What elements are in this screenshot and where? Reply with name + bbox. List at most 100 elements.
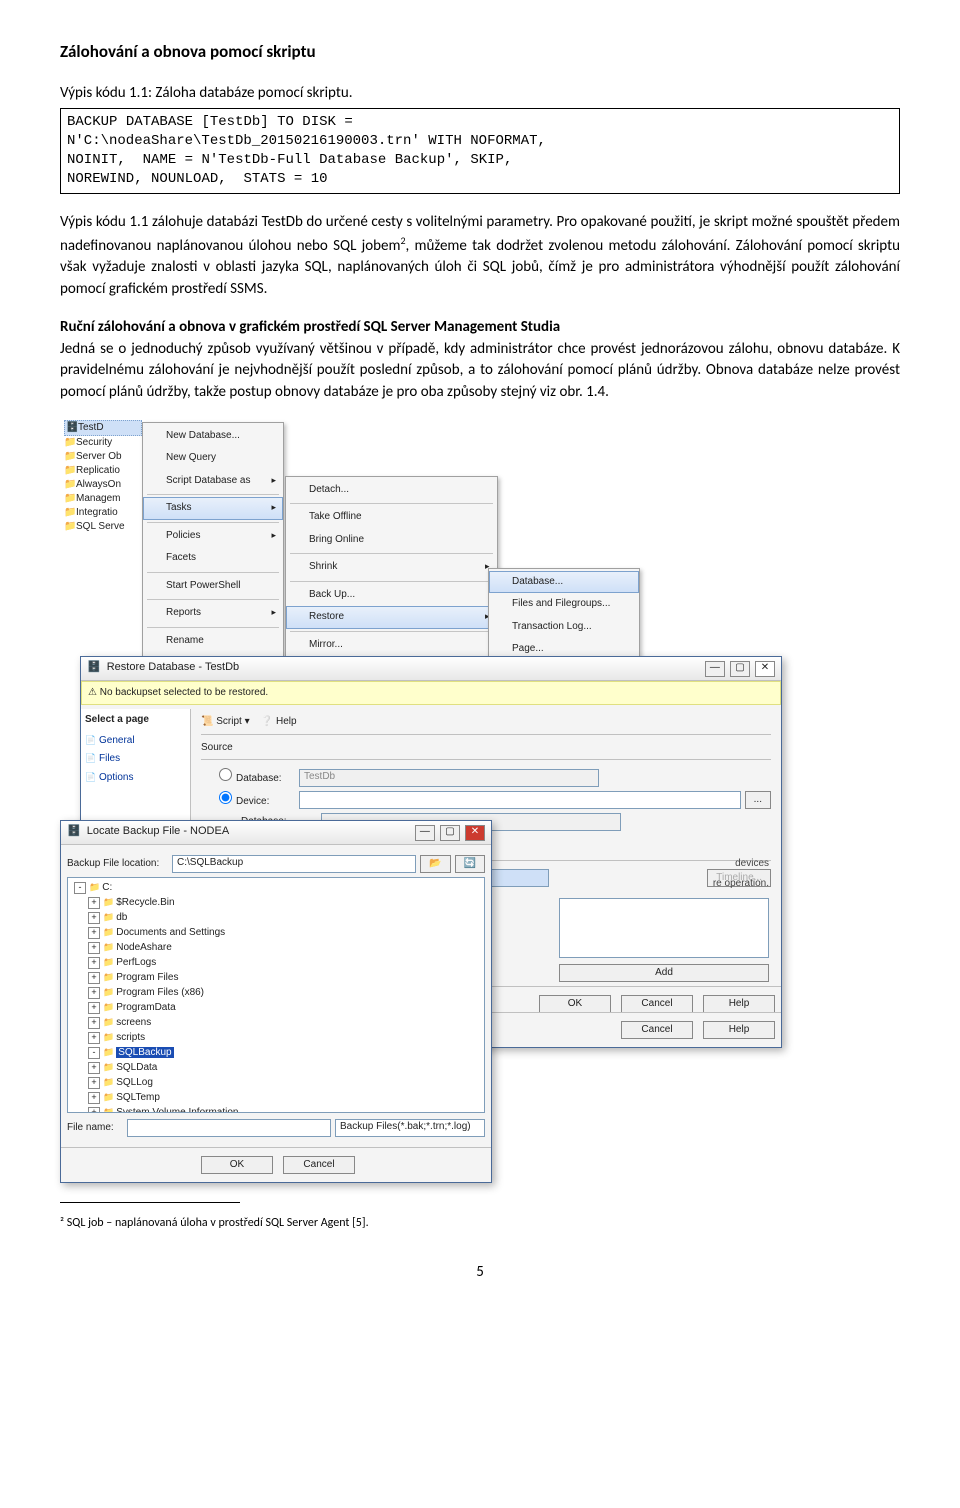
menu-item[interactable]: Script Database as [143,470,283,493]
script-dropdown[interactable]: 📜 Script ▾ [201,716,250,727]
source-database-field: TestDb [299,769,599,787]
page-nav-item[interactable]: Files [85,750,186,769]
menu-item[interactable]: Bring Online [286,529,497,552]
menu-item[interactable]: Mirror... [286,634,497,657]
folder-node[interactable]: +SQLLog [70,1075,482,1090]
folder-node[interactable]: -C: [70,880,482,895]
figure-screenshot: 🗄️TestD📁Security📁Server Ob📁Replicatio📁Al… [60,420,800,1140]
tree-item[interactable]: 📁AlwaysOn [64,478,142,492]
object-explorer-tree: 🗄️TestD📁Security📁Server Ob📁Replicatio📁Al… [64,420,142,534]
source-device-field[interactable] [299,791,741,809]
folder-node[interactable]: +NodeAshare [70,940,482,955]
folder-node[interactable]: +$Recycle.Bin [70,895,482,910]
menu-item[interactable]: Rename [143,630,283,653]
source-group-title: Source [201,741,771,756]
ok-button-upper[interactable]: OK [539,995,611,1013]
close-button[interactable]: ✕ [755,661,775,677]
menu-item[interactable]: Restore [286,606,497,629]
source-database-radio[interactable] [219,768,232,781]
folder-node[interactable]: +Program Files (x86) [70,985,482,1000]
menu-item[interactable]: Start PowerShell [143,575,283,598]
add-button[interactable]: Add [559,964,769,982]
minimize-button[interactable]: — [705,661,725,677]
menu-item[interactable]: New Database... [143,425,283,448]
browse-folder-button[interactable]: 📂 [420,855,450,873]
devices-label: devices [559,857,769,872]
folder-node[interactable]: +scripts [70,1030,482,1045]
folder-node[interactable]: +Program Files [70,970,482,985]
select-page-header: Select a page [85,713,186,728]
paragraph-2: Ruční zálohování a obnova v grafickém pr… [60,317,900,404]
folder-node[interactable]: -SQLBackup [70,1045,482,1060]
locate-maximize-button[interactable]: ▢ [440,825,460,841]
backup-location-label: Backup File location: [67,857,172,872]
tree-item[interactable]: 📁Managem [64,492,142,506]
folder-node[interactable]: +SQLData [70,1060,482,1075]
tree-item[interactable]: 📁Security [64,436,142,450]
tree-item[interactable]: 📁Server Ob [64,450,142,464]
menu-item[interactable]: Policies [143,525,283,548]
restore-titlebar: 🗄️ Restore Database - TestDb — ▢ ✕ [81,657,781,681]
locate-cancel-button[interactable]: Cancel [283,1156,355,1174]
code-caption: Výpis kódu 1.1: Záloha databáze pomocí s… [60,83,900,105]
filename-label: File name: [67,1121,127,1136]
menu-item[interactable]: Files and Filegroups... [489,593,639,616]
folder-node[interactable]: +Documents and Settings [70,925,482,940]
menu-item[interactable]: Detach... [286,479,497,502]
tree-item[interactable]: 📁Integratio [64,506,142,520]
folder-node[interactable]: +SQLTemp [70,1090,482,1105]
folder-node[interactable]: +screens [70,1015,482,1030]
backup-devices-list[interactable] [559,898,769,958]
source-device-browse-button[interactable]: ... [745,791,771,809]
help-button[interactable]: ❔ Help [261,716,297,727]
refresh-folder-button[interactable]: 🔄 [455,855,485,873]
page-number: 5 [60,1262,900,1284]
menu-item[interactable]: Facets [143,547,283,570]
folder-node[interactable]: +PerfLogs [70,955,482,970]
maximize-button[interactable]: ▢ [730,661,750,677]
locate-close-button[interactable]: ✕ [465,825,485,841]
file-filter-field[interactable]: Backup Files(*.bak;*.trn;*.log) [335,1119,485,1137]
locate-titlebar: 🗄️ Locate Backup File - NODEA — ▢ ✕ [61,821,491,845]
menu-item[interactable]: Reports [143,602,283,625]
help-button-lower[interactable]: Help [703,1021,775,1039]
restore-title-text: Restore Database - TestDb [107,660,239,676]
source-database-radio-label: Database: [236,773,282,784]
tree-item[interactable]: 📁SQL Serve [64,520,142,534]
tree-item[interactable]: 📁Replicatio [64,464,142,478]
context-submenu-restore[interactable]: Database...Files and Filegroups...Transa… [488,568,640,664]
locate-button-row: OK Cancel [61,1147,491,1182]
page-nav-item[interactable]: Options [85,769,186,788]
folder-node[interactable]: +db [70,910,482,925]
subheading-inline: Ruční zálohování a obnova v grafickém pr… [60,318,560,336]
warning-strip: ⚠ No backupset selected to be restored. [81,681,781,706]
backup-location-field[interactable]: C:\SQLBackup [172,855,416,873]
tree-item[interactable]: 🗄️TestD [64,420,142,436]
menu-item[interactable]: Take Offline [286,506,497,529]
menu-item[interactable]: Tasks [143,497,283,520]
locate-ok-button[interactable]: OK [201,1156,273,1174]
page-nav-item[interactable]: General [85,732,186,751]
source-device-radio-label: Device: [236,796,269,807]
locate-minimize-button[interactable]: — [415,825,435,841]
source-device-radio[interactable] [219,791,232,804]
footnote-text: ² SQL job – naplánovaná úloha v prostřed… [60,1215,900,1232]
locate-backup-file-window: 🗄️ Locate Backup File - NODEA — ▢ ✕ Back… [60,820,492,1183]
menu-item[interactable]: Database... [489,571,639,594]
locate-title-text: Locate Backup File - NODEA [87,824,229,840]
filename-field[interactable] [127,1119,331,1137]
cancel-button-lower[interactable]: Cancel [621,1021,693,1039]
menu-item[interactable]: Shrink [286,556,497,579]
menu-item[interactable]: New Query [143,447,283,470]
folder-tree[interactable]: -C:+$Recycle.Bin+db+Documents and Settin… [67,877,485,1113]
code-block: BACKUP DATABASE [TestDb] TO DISK = N'C:\… [60,108,900,194]
menu-item[interactable]: Back Up... [286,584,497,607]
menu-item[interactable]: Transaction Log... [489,616,639,639]
folder-node[interactable]: +ProgramData [70,1000,482,1015]
paragraph-1: Výpis kódu 1.1 zálohuje databázi TestDb … [60,212,900,301]
para2-text: Jedná se o jednoduchý způsob využívaný v… [60,340,900,402]
operation-label: re operation. [559,877,769,892]
cancel-button-upper[interactable]: Cancel [621,995,693,1013]
help-button-upper[interactable]: Help [703,995,775,1013]
folder-node[interactable]: +System Volume Information [70,1105,482,1113]
